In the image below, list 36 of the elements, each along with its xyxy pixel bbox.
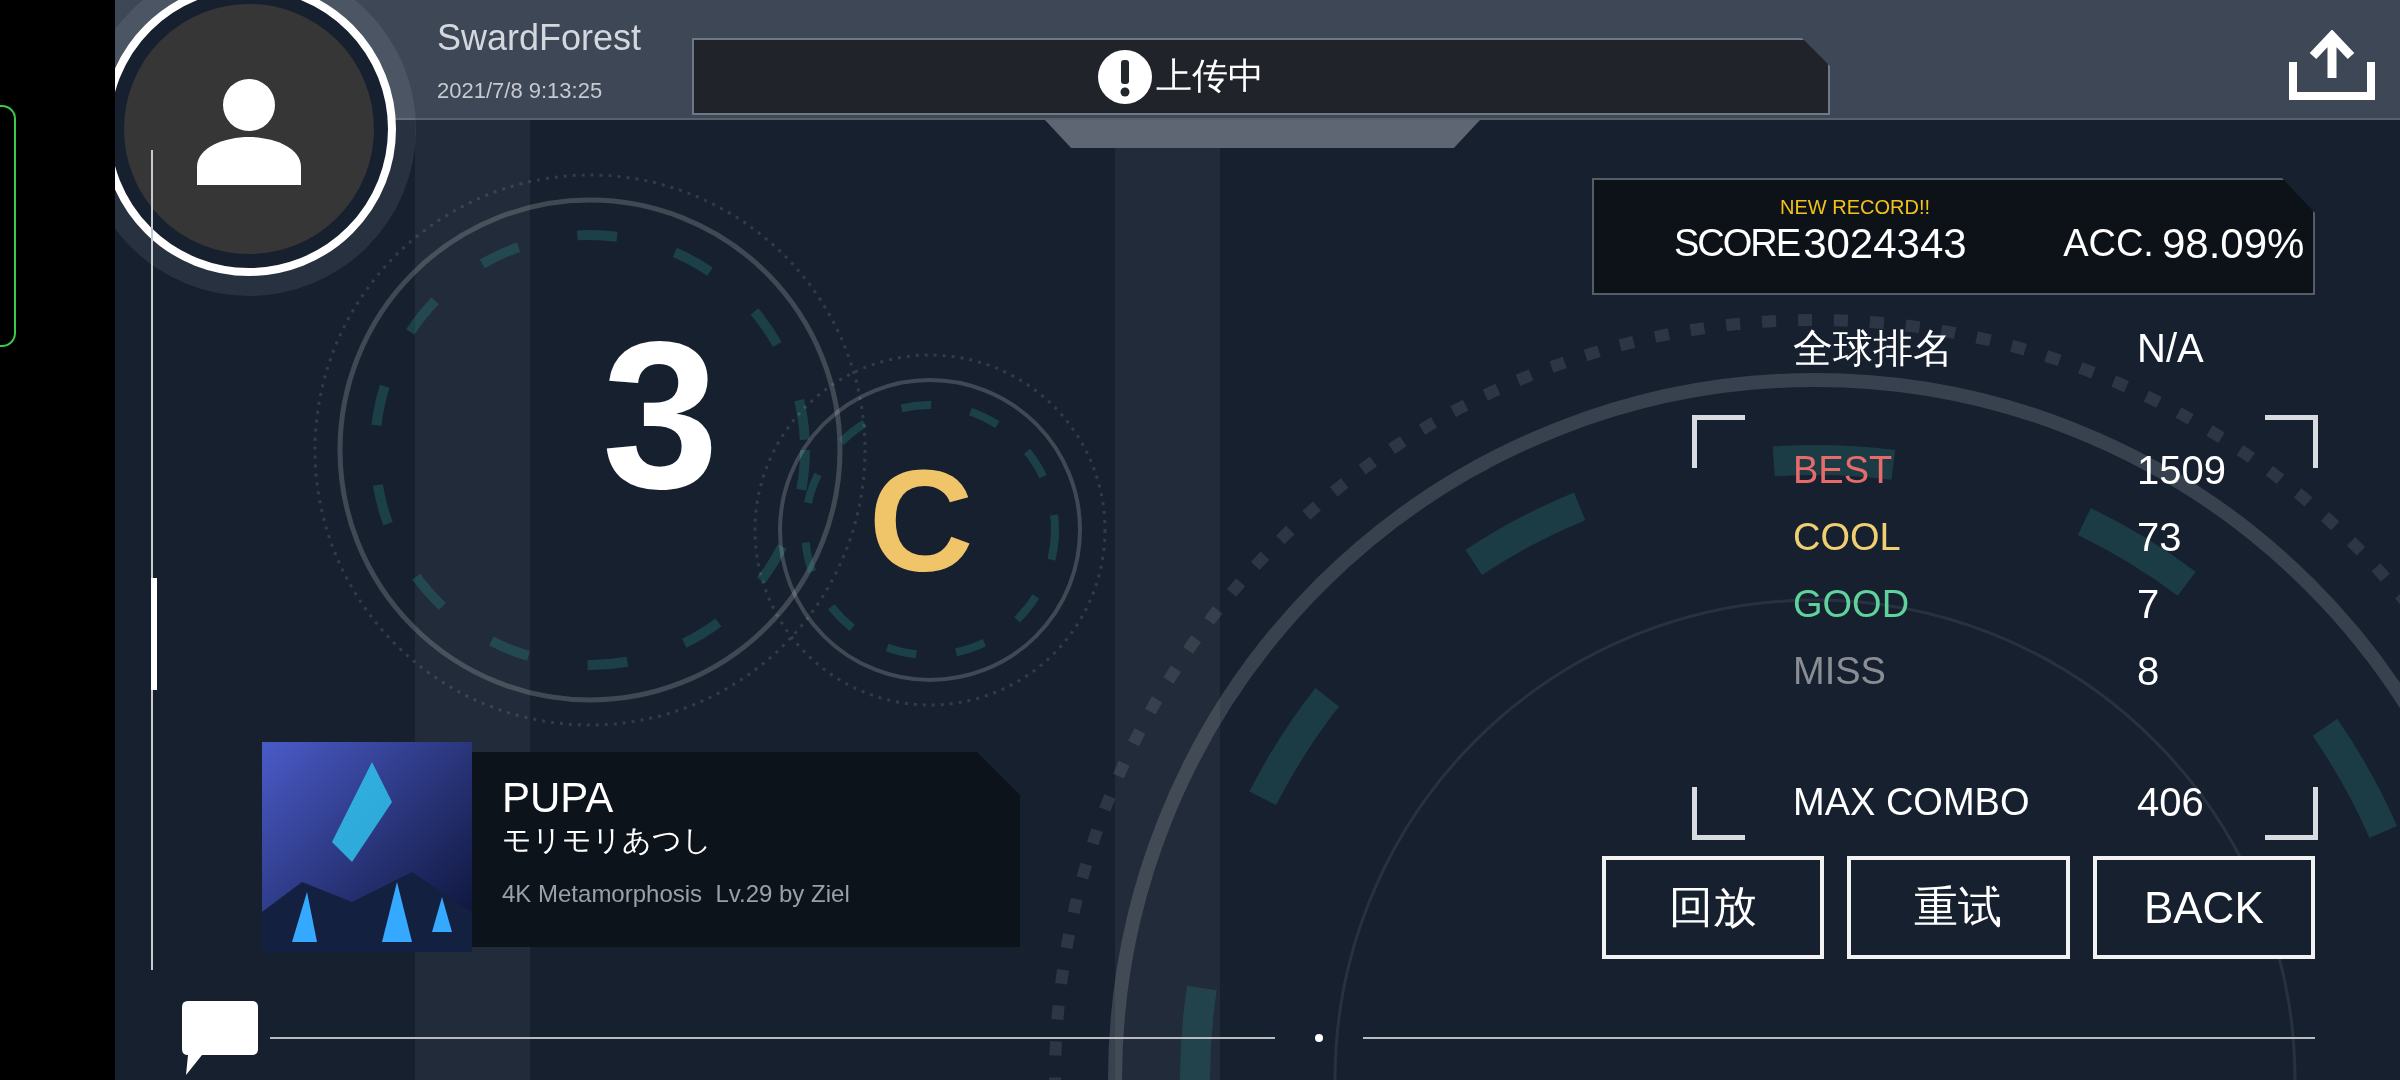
score-label: SCORE	[1674, 222, 1800, 265]
play-date: 2021/7/8 9:13:25	[437, 78, 604, 104]
action-button[interactable]: BACK	[2092, 856, 2315, 959]
global-rank-value: N/A	[2137, 325, 2204, 371]
corner-bracket	[2265, 415, 2318, 468]
action-button[interactable]: 重试	[1847, 856, 2070, 959]
chat-bubble-icon[interactable]	[182, 1001, 258, 1075]
judgement-count: 1509	[2137, 448, 2226, 493]
grade-sub-rank: C	[868, 448, 974, 594]
judgement-count: 7	[2137, 582, 2160, 627]
page-dot	[1315, 1034, 1323, 1042]
action-button[interactable]: 回放	[1602, 856, 1825, 959]
judgement-label: COOL	[1793, 516, 1902, 559]
song-artist: モリモリあつし	[502, 823, 713, 858]
accuracy-value: 98.09%	[2161, 219, 2305, 268]
song-title: PUPA	[502, 774, 615, 822]
chart-info: 4K Metamorphosis Lv.29 by Ziel	[502, 880, 851, 908]
judgement-count: 8	[2137, 649, 2160, 694]
corner-bracket	[1692, 415, 1745, 468]
score-value: 3024343	[1803, 219, 1968, 268]
global-rank-label: 全球排名	[1793, 324, 1954, 372]
upload-icon[interactable]	[2289, 30, 2375, 100]
accuracy-label: ACC.	[2063, 222, 2154, 265]
judgement-label: GOOD	[1793, 583, 1911, 626]
grade-rank: 3	[602, 311, 719, 521]
new-record-label: NEW RECORD!!	[1780, 196, 1930, 219]
max-combo-label: MAX COMBO	[1793, 781, 2031, 824]
username: SwardForest	[437, 16, 643, 60]
judgement-count: 73	[2137, 515, 2182, 560]
judgement-label: BEST	[1793, 449, 1894, 492]
corner-bracket	[2265, 787, 2318, 840]
max-combo-value: 406	[2137, 780, 2204, 825]
alert-icon	[1098, 49, 1152, 104]
upload-status-text: 上传中	[1156, 54, 1264, 98]
judgement-label: MISS	[1793, 650, 1887, 693]
corner-bracket	[1692, 787, 1745, 840]
